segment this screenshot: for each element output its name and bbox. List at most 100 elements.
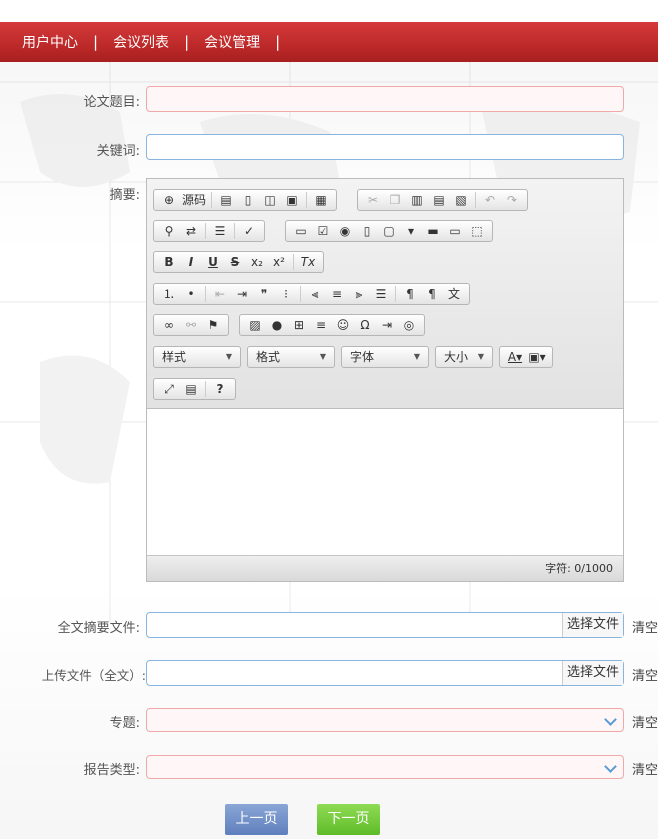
title-input[interactable] [146,86,624,112]
paste-text-icon[interactable]: ▤ [430,191,448,209]
toolbar-divider [395,286,396,302]
toolbar-group-forms: ▭ ☑ ◉ ▯ ▢ ▾ ▬ ▭ ⬚ [285,220,493,242]
find-icon[interactable]: ⚲ [160,222,178,240]
summary-file-input[interactable]: 选择文件 [146,612,624,638]
source-button[interactable]: 源码 [182,191,206,209]
iframe-icon[interactable]: ◎ [400,316,418,334]
maximize-icon[interactable]: ⤢ [160,380,178,398]
checkbox-icon[interactable]: ☑ [314,222,332,240]
copy-icon[interactable]: ❐ [386,191,404,209]
justify-icon[interactable]: ☰ [372,285,390,303]
hiddenfield-icon[interactable]: ⬚ [468,222,486,240]
language-icon[interactable]: 文 [445,285,463,303]
next-page-button[interactable]: 下一页 [317,804,380,835]
format-dropdown[interactable]: 格式 ▼ [247,346,335,368]
prev-page-button[interactable]: 上一页 [225,804,288,835]
summary-file-choose-button[interactable]: 选择文件 [561,613,623,637]
toolbar-group-insert: ▨ ● ⊞ ≡ ☺ Ω ⇥ ◎ [239,314,425,336]
form-icon[interactable]: ▭ [292,222,310,240]
imagebutton-icon[interactable]: ▭ [446,222,464,240]
rtl-icon[interactable]: ¶ [423,285,441,303]
editor-content-area[interactable] [147,410,623,555]
strike-icon[interactable]: S [226,253,244,271]
outdent-icon[interactable]: ⇤ [211,285,229,303]
numbered-list-icon[interactable]: ⒈ [160,285,178,303]
select-all-icon[interactable]: ☰ [211,222,229,240]
rich-text-editor: ⊕ 源码 ▤ ▯ ◫ ▣ ▦ ✂ ❐ ▥ ▤ ▧ ↶ ↷ ⚲ ⇄ ☰ ✓ ▭ ☑… [146,178,624,582]
templates-icon[interactable]: ▦ [312,191,330,209]
report-type-select[interactable] [146,755,624,779]
help-icon[interactable]: ? [211,380,229,398]
button-icon[interactable]: ▬ [424,222,442,240]
smiley-icon[interactable]: ☺ [334,316,352,334]
summary-file-clear-link[interactable]: 清空 [632,617,658,636]
styles-dropdown[interactable]: 样式 ▼ [153,346,241,368]
show-blocks-icon[interactable]: ▤ [182,380,200,398]
text-color-icon[interactable]: A▾ [506,348,524,366]
pagebreak-icon[interactable]: ⇥ [378,316,396,334]
nav-meeting-list[interactable]: 会议列表 [113,32,169,52]
toolbar-divider [293,254,294,270]
upload-file-choose-button[interactable]: 选择文件 [561,661,623,685]
report-type-clear-link[interactable]: 清空 [632,759,658,778]
align-center-icon[interactable]: ≡ [328,285,346,303]
image-icon[interactable]: ▨ [246,316,264,334]
font-dropdown[interactable]: 字体 ▼ [341,346,429,368]
subscript-icon[interactable]: x₂ [248,253,266,271]
link-icon[interactable]: ∞ [160,316,178,334]
save-icon[interactable]: ▤ [217,191,235,209]
topic-label: 专题: [109,716,140,731]
size-label: 大小 [444,350,469,364]
toolbar-divider [211,192,213,208]
anchor-icon[interactable]: ⚑ [204,316,222,334]
special-char-icon[interactable]: Ω [356,316,374,334]
bulleted-list-icon[interactable]: • [182,285,200,303]
size-dropdown[interactable]: 大小 ▼ [435,346,493,368]
superscript-icon[interactable]: x² [270,253,288,271]
redo-icon[interactable]: ↷ [503,191,521,209]
chevron-down-icon: ▼ [477,352,484,361]
ltr-icon[interactable]: ¶ [401,285,419,303]
new-page-icon[interactable]: ▯ [239,191,257,209]
print-icon[interactable]: ▣ [283,191,301,209]
radio-icon[interactable]: ◉ [336,222,354,240]
cut-icon[interactable]: ✂ [364,191,382,209]
summary-file-label: 全文摘要文件: [57,621,140,636]
upload-file-input[interactable]: 选择文件 [146,660,624,686]
flash-icon[interactable]: ● [268,316,286,334]
upload-label: 上传文件（全文）: [41,668,146,683]
align-left-icon[interactable]: ⫷ [306,285,324,303]
table-icon[interactable]: ⊞ [290,316,308,334]
paste-word-icon[interactable]: ▧ [452,191,470,209]
blockquote-icon[interactable]: ❞ [255,285,273,303]
nav-separator: | [184,33,190,51]
keywords-input[interactable] [146,134,624,160]
undo-icon[interactable]: ↶ [481,191,499,209]
bg-color-icon[interactable]: ▣▾ [528,348,546,366]
bold-icon[interactable]: B [160,253,178,271]
nav-meeting-management[interactable]: 会议管理 [204,32,260,52]
upload-file-clear-link[interactable]: 清空 [632,665,658,684]
replace-icon[interactable]: ⇄ [182,222,200,240]
align-right-icon[interactable]: ⫸ [350,285,368,303]
nav-user-center[interactable]: 用户中心 [22,32,78,52]
textfield-icon[interactable]: ▯ [358,222,376,240]
topic-select[interactable] [146,708,624,732]
keywords-label: 关键词: [96,144,140,159]
paste-icon[interactable]: ▥ [408,191,426,209]
italic-icon[interactable]: I [182,253,200,271]
underline-icon[interactable]: U [204,253,222,271]
select-icon[interactable]: ▾ [402,222,420,240]
unlink-icon[interactable]: ⚯ [182,316,200,334]
remove-format-icon[interactable]: Tx [299,253,317,271]
preview-icon[interactable]: ◫ [261,191,279,209]
textarea-icon[interactable]: ▢ [380,222,398,240]
div-icon[interactable]: ⁝ [277,285,295,303]
indent-icon[interactable]: ⇥ [233,285,251,303]
topic-clear-link[interactable]: 清空 [632,712,658,731]
spellcheck-icon[interactable]: ✓ [240,222,258,240]
source-icon[interactable]: ⊕ [160,191,178,209]
horizontal-rule-icon[interactable]: ≡ [312,316,330,334]
toolbar-divider [234,223,235,239]
chevron-down-icon: ▼ [413,352,420,361]
